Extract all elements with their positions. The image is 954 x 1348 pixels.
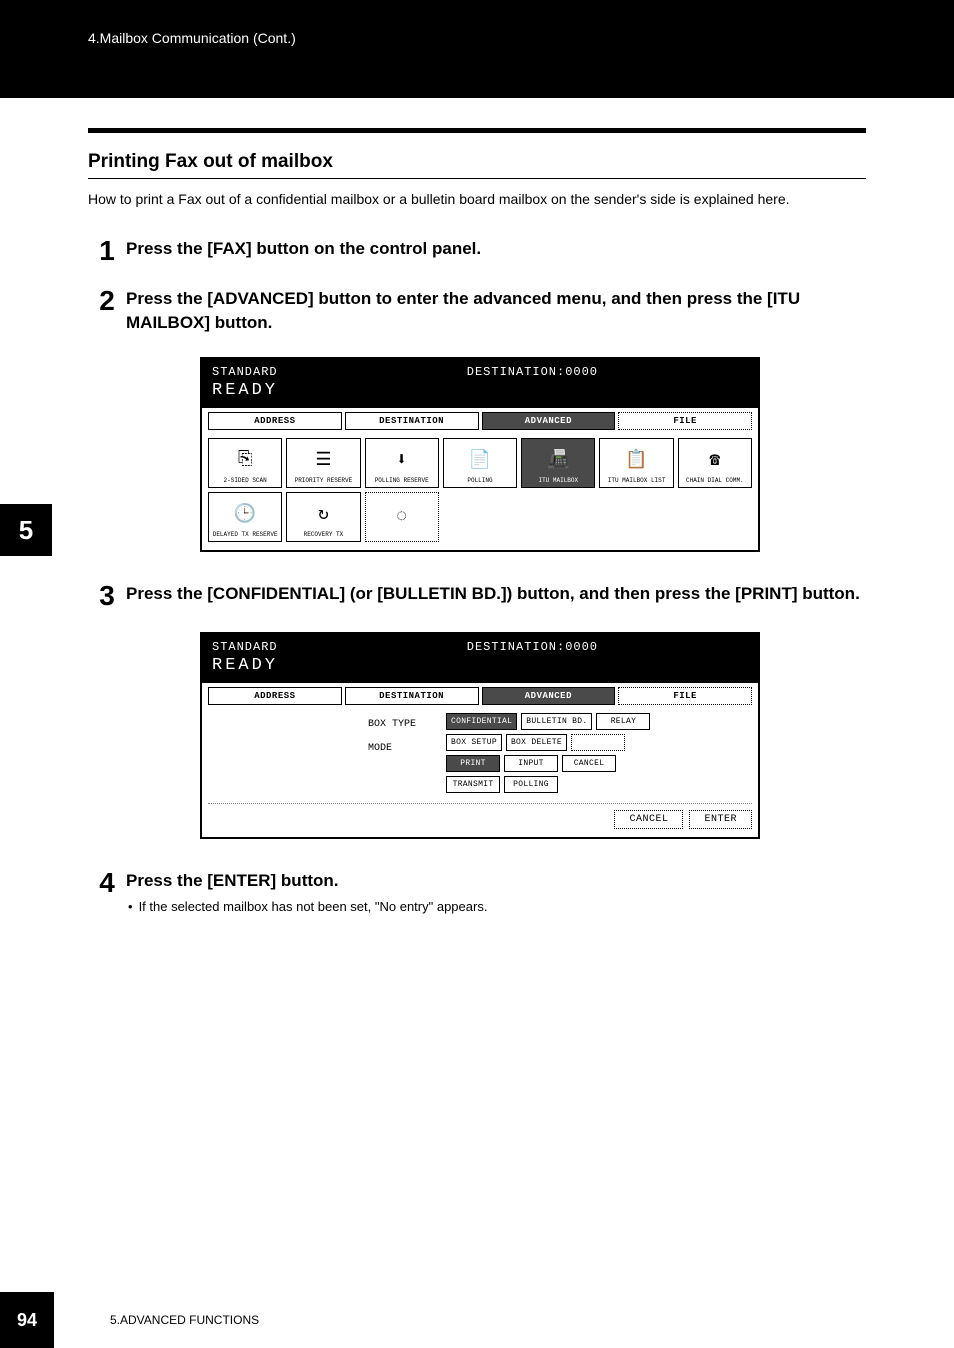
- tab-advanced[interactable]: ADVANCED: [482, 687, 616, 705]
- divider-rule: [88, 128, 866, 133]
- btn-bulletin[interactable]: BULLETIN BD.: [521, 713, 592, 730]
- ready-label: READY: [212, 656, 748, 675]
- btn-itu-mailbox-list[interactable]: 📋ITU MAILBOX LIST: [599, 438, 673, 488]
- fax-screenshot-1: STANDARD DESTINATION:0000 READY ADDRESS …: [200, 357, 866, 552]
- side-chapter-tab: 5: [0, 504, 52, 556]
- content-area: Printing Fax out of mailbox How to print…: [0, 98, 954, 914]
- ready-label: READY: [212, 381, 748, 400]
- step-number: 4: [88, 869, 126, 897]
- btn-recovery-tx[interactable]: ↻RECOVERY TX: [286, 492, 360, 542]
- fax-screenshot-2: STANDARD DESTINATION:0000 READY ADDRESS …: [200, 632, 866, 839]
- btn-confidential[interactable]: CONFIDENTIAL: [446, 713, 517, 730]
- listdoc-icon: 📋: [625, 441, 647, 478]
- page-icon: 📄: [469, 441, 491, 478]
- btn-cancel-mode[interactable]: CANCEL: [562, 755, 616, 772]
- footer-chapter: 5.ADVANCED FUNCTIONS: [110, 1313, 259, 1327]
- btn-box-setup[interactable]: BOX SETUP: [446, 734, 502, 751]
- step-note: •If the selected mailbox has not been se…: [128, 899, 866, 914]
- step-title: Press the [ADVANCED] button to enter the…: [126, 287, 866, 335]
- btn-chain-dial[interactable]: ☎CHAIN DIAL COMM.: [678, 438, 752, 488]
- tab-row: ADDRESS DESTINATION ADVANCED FILE: [208, 687, 752, 705]
- doc-icon: ⎘: [238, 441, 252, 478]
- btn-polling-reserve[interactable]: ⬇POLLING RESERVE: [365, 438, 439, 488]
- tab-destination[interactable]: DESTINATION: [345, 687, 479, 705]
- step-title: Press the [ENTER] button.: [126, 869, 866, 893]
- bottom-buttons: CANCEL ENTER: [208, 803, 752, 829]
- breadcrumb: 4.Mailbox Communication (Cont.): [88, 30, 296, 46]
- bullet-icon: •: [128, 899, 133, 914]
- tab-row: ADDRESS DESTINATION ADVANCED FILE: [208, 412, 752, 430]
- btn-disabled: [571, 734, 625, 751]
- step-2: 2 Press the [ADVANCED] button to enter t…: [88, 287, 866, 335]
- step-number: 1: [88, 237, 126, 265]
- phone-icon: ☎: [709, 441, 720, 478]
- btn-polling[interactable]: POLLING: [504, 776, 558, 793]
- btn-relay[interactable]: RELAY: [596, 713, 650, 730]
- step-number: 3: [88, 582, 126, 610]
- btn-transmit[interactable]: TRANSMIT: [446, 776, 500, 793]
- btn-input[interactable]: INPUT: [504, 755, 558, 772]
- step-1: 1 Press the [FAX] button on the control …: [88, 237, 866, 265]
- status-left: STANDARD: [212, 640, 278, 654]
- step-title: Press the [FAX] button on the control pa…: [126, 237, 866, 261]
- btn-disabled: ◌: [365, 492, 439, 542]
- icon-grid: ⎘2-SIDED SCAN ☰PRIORITY RESERVE ⬇POLLING…: [208, 438, 752, 542]
- mode-labels: BOX TYPE MODE: [208, 713, 416, 793]
- mode-label: MODE: [368, 737, 416, 761]
- status-left: STANDARD: [212, 365, 278, 379]
- btn-cancel[interactable]: CANCEL: [614, 810, 683, 829]
- btn-delayed-tx[interactable]: 🕒DELAYED TX RESERVE: [208, 492, 282, 542]
- mailbox-icon: 📠: [547, 441, 569, 478]
- tab-file[interactable]: FILE: [618, 412, 752, 430]
- step-4: 4 Press the [ENTER] button. •If the sele…: [88, 869, 866, 914]
- btn-polling[interactable]: 📄POLLING: [443, 438, 517, 488]
- step-title: Press the [CONFIDENTIAL] (or [BULLETIN B…: [126, 582, 866, 606]
- step-3: 3 Press the [CONFIDENTIAL] (or [BULLETIN…: [88, 582, 866, 610]
- btn-itu-mailbox[interactable]: 📠ITU MAILBOX: [521, 438, 595, 488]
- status-right: DESTINATION:0000: [467, 365, 598, 379]
- list-icon: ☰: [315, 441, 331, 478]
- clock-icon: 🕒: [234, 495, 256, 532]
- step-number: 2: [88, 287, 126, 315]
- btn-box-delete[interactable]: BOX DELETE: [506, 734, 567, 751]
- btn-2sided-scan[interactable]: ⎘2-SIDED SCAN: [208, 438, 282, 488]
- tab-address[interactable]: ADDRESS: [208, 687, 342, 705]
- intro-text: How to print a Fax out of a confidential…: [88, 189, 866, 209]
- btn-priority-reserve[interactable]: ☰PRIORITY RESERVE: [286, 438, 360, 488]
- header-bar: 4.Mailbox Communication (Cont.): [0, 0, 954, 98]
- tab-file[interactable]: FILE: [618, 687, 752, 705]
- section-heading: Printing Fax out of mailbox: [88, 151, 866, 179]
- tab-destination[interactable]: DESTINATION: [345, 412, 479, 430]
- refresh-icon: ↻: [318, 495, 329, 532]
- tab-advanced[interactable]: ADVANCED: [482, 412, 616, 430]
- footer: 94 5.ADVANCED FUNCTIONS: [0, 1292, 954, 1348]
- btn-print[interactable]: PRINT: [446, 755, 500, 772]
- status-right: DESTINATION:0000: [467, 640, 598, 654]
- down-icon: ⬇: [396, 441, 407, 478]
- tab-address[interactable]: ADDRESS: [208, 412, 342, 430]
- page-number: 94: [0, 1292, 54, 1348]
- btn-enter[interactable]: ENTER: [689, 810, 752, 829]
- box-type-label: BOX TYPE: [368, 713, 416, 737]
- blank-icon: ◌: [396, 495, 407, 539]
